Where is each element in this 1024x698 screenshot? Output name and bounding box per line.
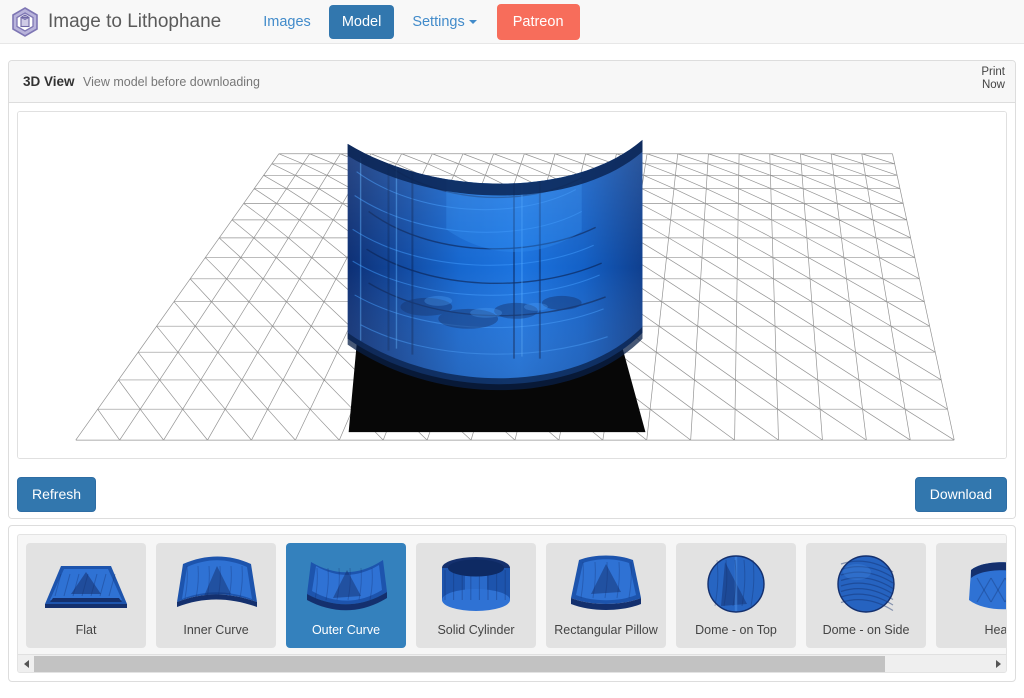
shape-option-label: Dome - on Side xyxy=(822,623,910,637)
shape-option-label: Dome - on Top xyxy=(695,623,777,637)
refresh-button[interactable]: Refresh xyxy=(17,477,97,512)
nav-link-images[interactable]: Images xyxy=(249,0,325,44)
shape-thumbnail-flat xyxy=(45,566,127,608)
page-body: 3D View View model before downloading Pr… xyxy=(0,44,1024,682)
panel-body: {} xyxy=(9,103,1015,467)
shape-option-solid-cylinder[interactable]: Solid Cylinder xyxy=(416,543,536,648)
nav-dropdown-settings-label: Settings xyxy=(412,13,465,30)
shape-option-dome-top[interactable]: Dome - on Top xyxy=(676,543,796,648)
shape-strip-scrollbar[interactable] xyxy=(18,654,1006,672)
shape-thumbnail-rectangular-pillow xyxy=(571,555,641,610)
download-button[interactable]: Download xyxy=(914,477,1007,512)
shape-option-outer-curve[interactable]: Outer Curve xyxy=(286,543,406,648)
print-now-line-2: Now xyxy=(981,79,1005,91)
shape-option-label: Hea xyxy=(984,623,1007,637)
shape-option-label: Rectangular Pillow xyxy=(554,623,658,637)
shape-option-label: Solid Cylinder xyxy=(437,623,515,637)
shape-thumbnail-dome-side xyxy=(837,555,895,613)
brand-title: Image to Lithophane xyxy=(48,10,222,32)
brand-link[interactable]: Image to Lithophane xyxy=(10,6,221,38)
nav-button-model[interactable]: Model xyxy=(328,4,395,39)
shape-strip-inner: Flat Inner Curve Outer Curve Solid Cylinder… xyxy=(17,534,1007,673)
three-d-model-canvas[interactable]: {} xyxy=(18,112,1006,458)
nav-button-patreon[interactable]: Patreon xyxy=(496,3,580,40)
chevron-down-icon xyxy=(468,19,477,24)
nav-links: Images Model Settings Patreon xyxy=(249,0,583,44)
shape-option-flat[interactable]: Flat xyxy=(26,543,146,648)
hexagon-cube-logo-icon xyxy=(10,6,40,38)
scrollbar-thumb[interactable] xyxy=(34,655,885,672)
shape-option-label: Outer Curve xyxy=(311,623,381,637)
shape-option-dome-side[interactable]: Dome - on Side xyxy=(806,543,926,648)
print-now-link[interactable]: Print Now xyxy=(981,66,1005,92)
scrollbar-track[interactable] xyxy=(34,654,990,672)
top-navbar: Image to Lithophane Images Model Setting… xyxy=(0,0,1024,44)
page-title: 3D View xyxy=(23,74,75,89)
shape-strip-track[interactable]: Flat Inner Curve Outer Curve Solid Cylinder… xyxy=(18,543,1006,648)
shape-option-inner-curve[interactable]: Inner Curve xyxy=(156,543,276,648)
panel-subtitle: View model before downloading xyxy=(82,75,260,89)
viewer-action-row: Refresh Download xyxy=(9,467,1015,518)
shape-thumbnail-heart xyxy=(969,562,1006,610)
shape-option-rectangular-pillow[interactable]: Rectangular Pillow xyxy=(546,543,666,648)
three-d-viewport[interactable]: {} xyxy=(17,111,1007,459)
shape-option-heart[interactable]: Hea xyxy=(936,543,1007,648)
print-now-line-1: Print xyxy=(981,66,1005,78)
shape-thumbnail-solid-cylinder xyxy=(442,557,510,611)
nav-dropdown-settings[interactable]: Settings xyxy=(398,0,490,44)
shape-selector-panel: Flat Inner Curve Outer Curve Solid Cylinder… xyxy=(8,525,1016,682)
shape-option-label: Inner Curve xyxy=(183,623,249,637)
shape-thumbnail-inner-curve xyxy=(177,556,257,607)
three-d-view-panel: 3D View View model before downloading Pr… xyxy=(8,60,1016,519)
shape-thumbnail-outer-curve xyxy=(307,560,387,611)
shape-option-label: Flat xyxy=(75,623,97,637)
caret-right-icon[interactable] xyxy=(990,655,1006,673)
shape-thumbnail-dome-top xyxy=(707,555,765,613)
panel-heading: 3D View View model before downloading Pr… xyxy=(9,61,1015,103)
caret-left-icon[interactable] xyxy=(18,655,34,673)
